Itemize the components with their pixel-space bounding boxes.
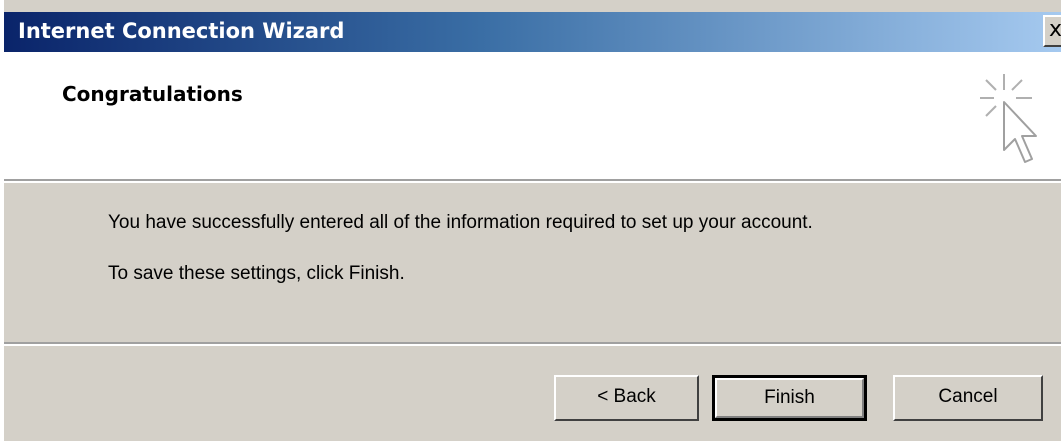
- back-button[interactable]: < Back: [554, 375, 699, 421]
- header-divider: [4, 179, 1061, 183]
- button-divider: [4, 342, 1061, 346]
- finish-instruction: To save these settings, click Finish.: [108, 263, 405, 284]
- finish-button-label: Finish: [715, 378, 864, 418]
- title-bar[interactable]: Internet Connection Wizard x: [4, 12, 1061, 52]
- close-button[interactable]: x: [1043, 15, 1061, 47]
- wizard-window: Internet Connection Wizard x Congratulat…: [0, 0, 1061, 441]
- page-title: Congratulations: [62, 82, 243, 106]
- finish-button[interactable]: Finish: [712, 375, 867, 421]
- cancel-button[interactable]: Cancel: [893, 375, 1043, 421]
- wizard-header: Congratulations: [4, 52, 1061, 179]
- wizard-cursor-icon: [980, 74, 1037, 163]
- success-message: You have successfully entered all of the…: [108, 212, 813, 233]
- window-title: Internet Connection Wizard: [18, 19, 345, 43]
